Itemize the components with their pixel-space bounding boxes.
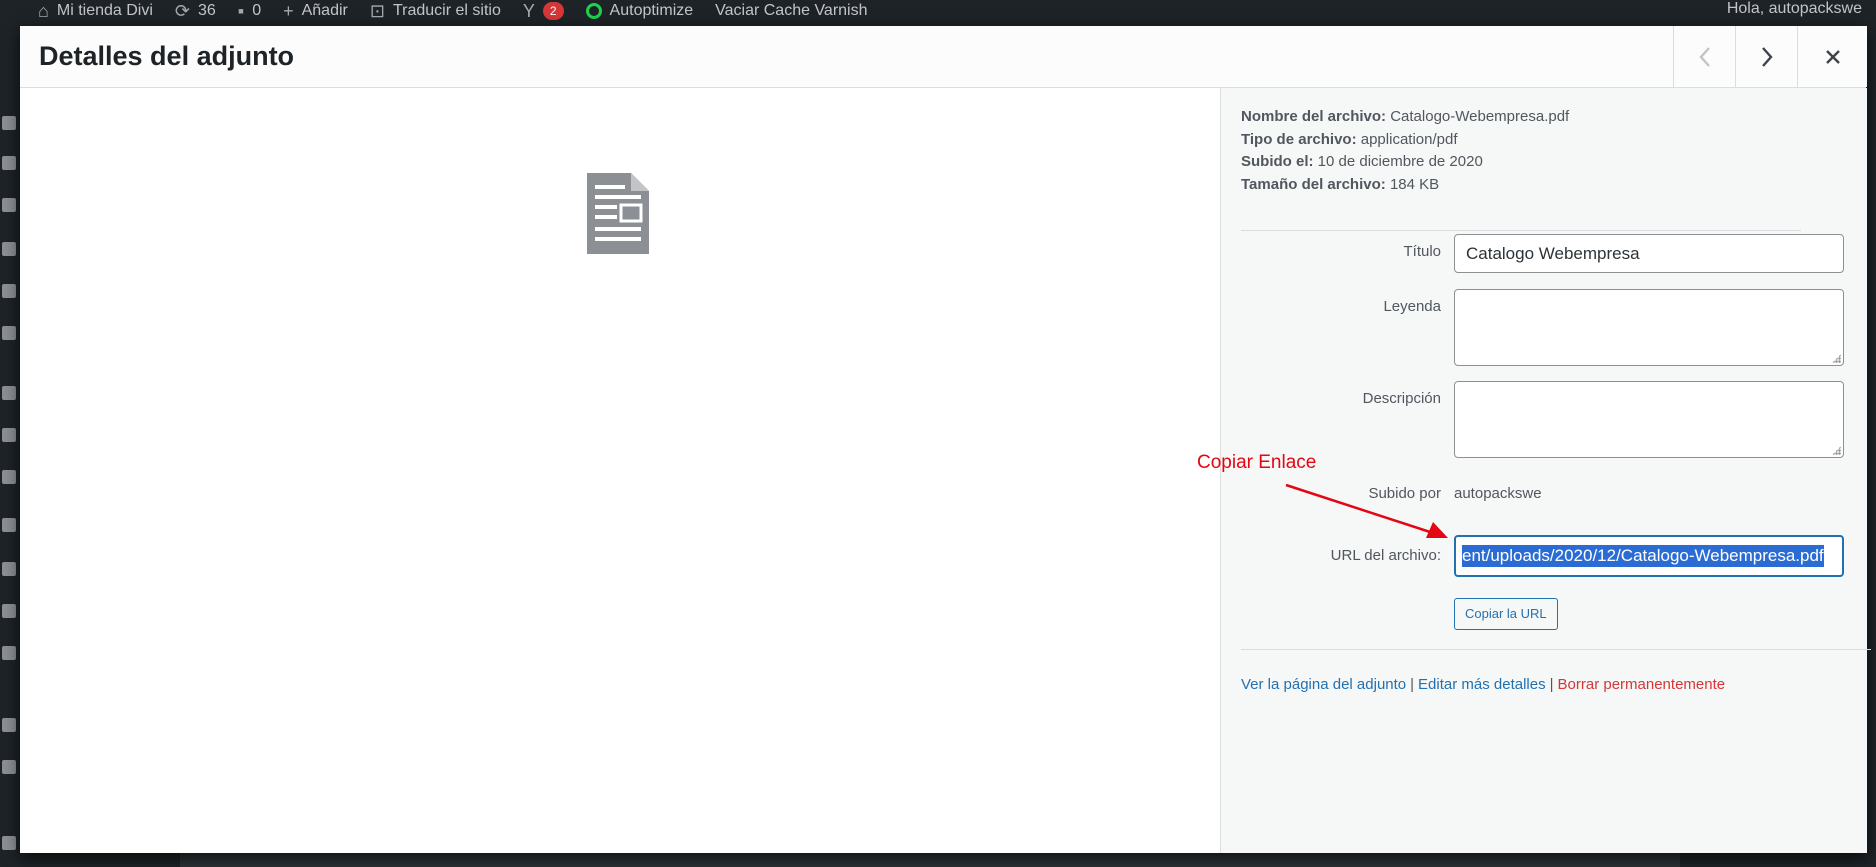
title-label: Título: [1403, 243, 1441, 260]
edit-more-details-link[interactable]: Editar más detalles: [1418, 676, 1546, 693]
site-name: Mi tienda Divi: [56, 2, 153, 19]
view-attachment-page-link[interactable]: Ver la página del adjunto: [1241, 676, 1406, 693]
background-content: [180, 853, 1680, 867]
filetype-label: Tipo de archivo:: [1241, 130, 1357, 148]
menu-icon[interactable]: [2, 428, 16, 442]
separator: |: [1410, 676, 1415, 693]
menu-icon[interactable]: [2, 470, 16, 484]
autoptimize-item[interactable]: Autoptimize: [585, 2, 694, 20]
file-url-input[interactable]: ent/uploads/2020/12/Catalogo-Webempresa.…: [1454, 535, 1844, 577]
uploaded-date-label: Subido el:: [1241, 153, 1314, 170]
attachment-details-modal: Detalles del adjunto Nombre del archivo:…: [20, 26, 1871, 853]
annotation-arrow-icon: [1285, 483, 1448, 538]
menu-icon[interactable]: [2, 284, 16, 298]
annotation-label: Copiar Enlace: [1197, 452, 1317, 473]
menu-icon[interactable]: [2, 386, 16, 400]
filesize-row: Tamaño del archivo: 184 KB: [1241, 174, 1569, 197]
translate-icon: ⊡: [369, 1, 385, 21]
attachment-preview: [20, 88, 1220, 853]
filesize-value: 184 KB: [1389, 175, 1440, 193]
admin-sidebar: [0, 22, 20, 867]
menu-icon[interactable]: [2, 326, 16, 340]
admin-bar: ⌂ Mi tienda Divi ⟳ 36 ▪ 0 + Añadir ⊡ Tra…: [0, 0, 1876, 22]
description-textarea[interactable]: [1454, 381, 1844, 458]
add-new-item[interactable]: + Añadir: [283, 2, 348, 20]
seo-item[interactable]: Y 2: [523, 2, 564, 20]
close-icon: [1825, 49, 1840, 64]
menu-icon[interactable]: [2, 156, 16, 170]
title-input[interactable]: Catalogo Webempresa: [1454, 234, 1844, 273]
translate-label: Traducir el sitio: [392, 2, 501, 19]
divider: [1241, 230, 1801, 231]
refresh-icon: ⟳: [174, 1, 190, 21]
menu-icon[interactable]: [2, 116, 16, 130]
comments-item[interactable]: ▪ 0: [238, 2, 261, 20]
modal-header: Detalles del adjunto: [20, 26, 1867, 88]
next-button[interactable]: [1735, 26, 1798, 87]
home-icon: ⌂: [38, 1, 49, 21]
varnish-item[interactable]: Vaciar Cache Varnish: [715, 2, 867, 20]
menu-icon[interactable]: [2, 242, 16, 256]
translate-item[interactable]: ⊡ Traducir el sitio: [370, 2, 501, 20]
menu-icon[interactable]: [2, 646, 16, 660]
updates-item[interactable]: ⟳ 36: [175, 2, 216, 20]
menu-icon[interactable]: [2, 562, 16, 576]
filetype-row: Tipo de archivo: application/pdf: [1241, 129, 1569, 152]
menu-icon[interactable]: [2, 604, 16, 618]
comments-count: 0: [252, 2, 262, 19]
resize-handle-icon[interactable]: [1832, 446, 1841, 455]
account-greeting[interactable]: Hola, autopackswe: [1727, 0, 1862, 18]
menu-icon[interactable]: [2, 760, 16, 774]
close-button[interactable]: [1797, 26, 1867, 87]
comment-icon: ▪: [237, 1, 245, 21]
uploaded-date-row: Subido el: 10 de diciembre de 2020: [1241, 151, 1569, 174]
menu-icon[interactable]: [2, 718, 16, 732]
uploaded-date-value: 10 de diciembre de 2020: [1317, 153, 1483, 170]
filename-row: Nombre del archivo: Catalogo-Webempresa.…: [1241, 106, 1569, 129]
seo-badge: 2: [542, 2, 564, 20]
menu-icon[interactable]: [2, 836, 16, 850]
separator: |: [1549, 676, 1554, 693]
caption-label: Leyenda: [1383, 298, 1441, 315]
file-meta: Nombre del archivo: Catalogo-Webempresa.…: [1241, 106, 1569, 196]
autoptimize-label: Autoptimize: [609, 2, 694, 19]
yoast-icon: Y: [522, 1, 535, 21]
add-new-label: Añadir: [301, 2, 348, 19]
document-icon: [587, 173, 649, 254]
description-label: Descripción: [1362, 390, 1441, 407]
divider: [1241, 649, 1871, 650]
updates-count: 36: [198, 2, 216, 19]
chevron-left-icon: [1699, 46, 1710, 67]
menu-icon[interactable]: [2, 198, 16, 212]
resize-handle-icon[interactable]: [1832, 354, 1841, 363]
uploaded-by-value: autopackswe: [1454, 485, 1542, 502]
file-url-value: ent/uploads/2020/12/Catalogo-Webempresa.…: [1462, 545, 1824, 567]
varnish-label: Vaciar Cache Varnish: [715, 2, 868, 19]
attachment-info-panel: Nombre del archivo: Catalogo-Webempresa.…: [1220, 88, 1871, 853]
chevron-right-icon: [1762, 46, 1773, 67]
caption-textarea[interactable]: [1454, 289, 1844, 366]
site-name-item[interactable]: ⌂ Mi tienda Divi: [38, 2, 153, 20]
page-title: Detalles del adjunto: [39, 41, 295, 71]
filetype-value: application/pdf: [1360, 130, 1458, 148]
attachment-actions: Ver la página del adjunto | Editar más det…: [1241, 676, 1725, 693]
previous-button[interactable]: [1673, 26, 1736, 87]
filesize-label: Tamaño del archivo:: [1241, 175, 1386, 193]
filename-label: Nombre del archivo:: [1241, 108, 1387, 125]
plus-icon: +: [283, 1, 294, 21]
copy-url-button[interactable]: Copiar la URL: [1454, 598, 1558, 630]
status-dot-icon: [585, 3, 602, 19]
filename-value: Catalogo-Webempresa.pdf: [1390, 108, 1570, 125]
delete-permanently-link[interactable]: Borrar permanentemente: [1558, 676, 1726, 693]
menu-icon[interactable]: [2, 518, 16, 532]
file-url-label: URL del archivo:: [1330, 547, 1441, 564]
